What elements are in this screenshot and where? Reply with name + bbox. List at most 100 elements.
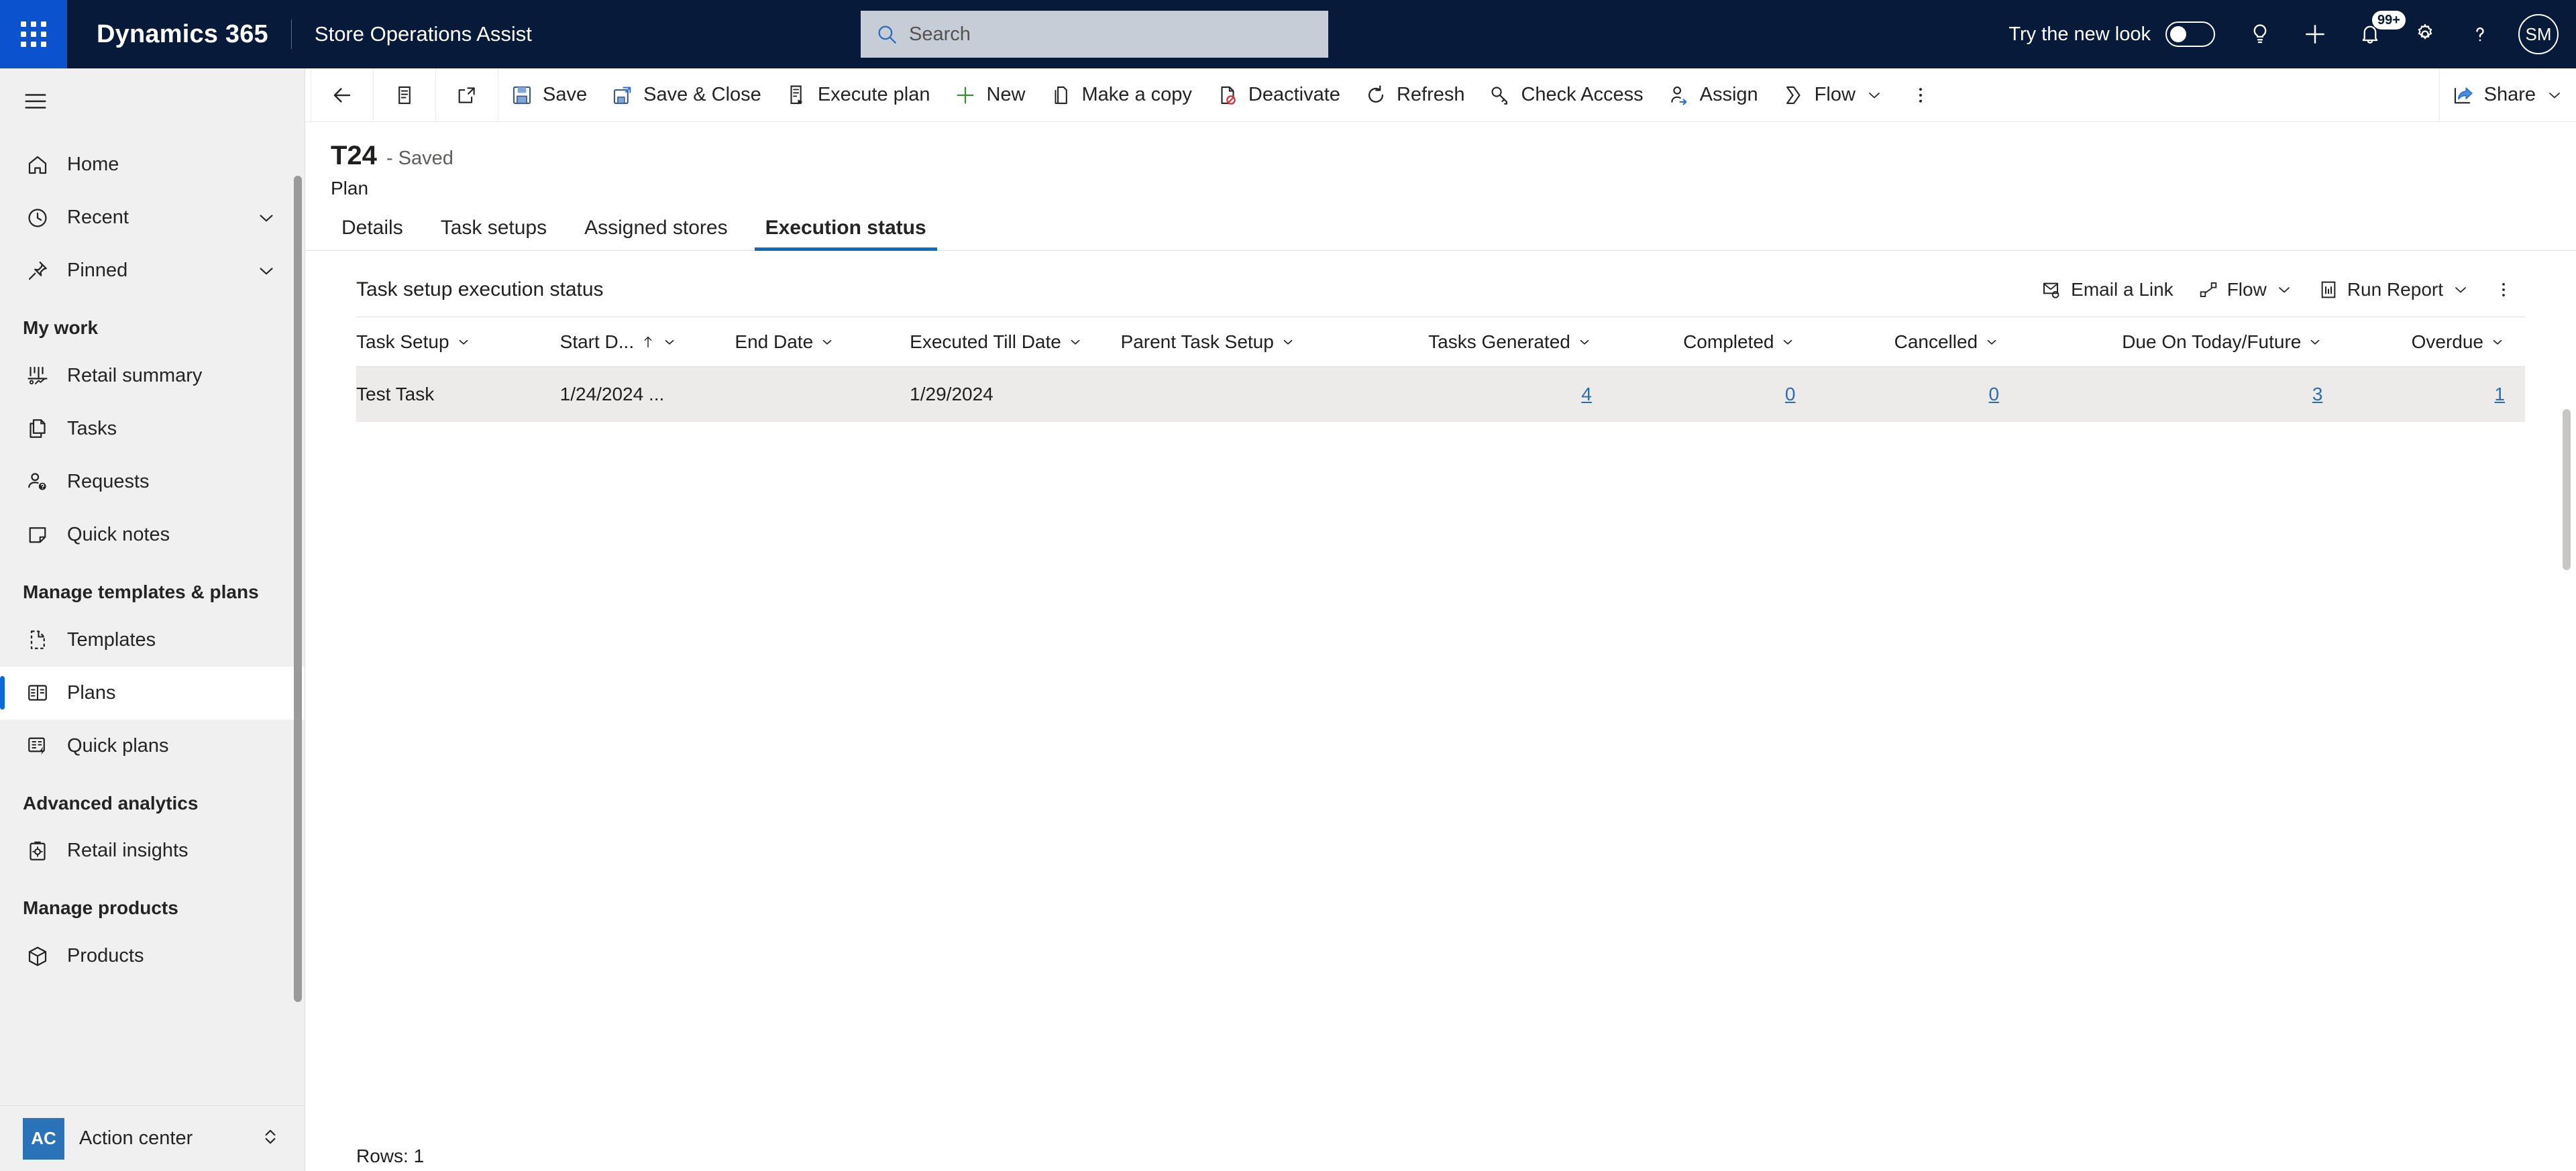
form-selector-button[interactable] <box>374 68 435 122</box>
chevron-down-icon[interactable] <box>1068 335 1083 349</box>
try-new-look-toggle[interactable] <box>2165 21 2215 47</box>
chevron-down-icon[interactable] <box>1984 335 1999 349</box>
column-header-executed-till-date[interactable]: Executed Till Date <box>910 317 1121 367</box>
global-search[interactable] <box>861 11 1328 58</box>
action-center-switcher[interactable]: AC Action center <box>0 1105 305 1171</box>
grid-overflow-button[interactable] <box>2482 272 2525 307</box>
column-header-end-date[interactable]: End Date <box>735 317 910 367</box>
chevron-down-icon[interactable] <box>1281 335 1295 349</box>
try-new-look-toggle-group[interactable]: Try the new look <box>2008 21 2215 47</box>
share-button[interactable]: Share <box>2440 68 2576 122</box>
tab-assigned-stores[interactable]: Assigned stores <box>574 217 738 250</box>
tab-details[interactable]: Details <box>331 217 414 250</box>
chevron-updown-icon[interactable] <box>259 1125 282 1152</box>
record-header: T24 - Saved Plan <box>305 122 2576 199</box>
chevron-down-icon[interactable] <box>255 260 278 282</box>
chevron-down-icon[interactable] <box>1780 335 1795 349</box>
sidebar-item-requests[interactable]: Requests <box>0 455 305 508</box>
deactivate-button[interactable]: Deactivate <box>1204 68 1352 122</box>
user-avatar[interactable]: SM <box>2518 14 2559 54</box>
chevron-down-icon[interactable] <box>662 335 677 349</box>
pop-out-button[interactable] <box>436 68 498 122</box>
column-header-task-setup[interactable]: Task Setup <box>356 317 560 367</box>
save-and-close-button[interactable]: Save & Close <box>599 68 773 122</box>
settings-button[interactable] <box>2398 7 2453 62</box>
cell-task-setup[interactable]: Test Task <box>356 367 560 422</box>
chevron-down-icon[interactable] <box>255 207 278 229</box>
overdue-link[interactable]: 1 <box>2494 384 2505 404</box>
check-access-button[interactable]: Check Access <box>1477 68 1655 122</box>
sidebar-item-label: Recent <box>67 207 129 228</box>
column-header-cancelled[interactable]: Cancelled <box>1815 317 2020 367</box>
sidebar-item-products[interactable]: Products <box>0 930 305 983</box>
due-on-today-future-link[interactable]: 3 <box>2312 384 2323 404</box>
cancelled-link[interactable]: 0 <box>1989 384 2000 404</box>
sidebar-item-retail-summary[interactable]: Retail summary <box>0 349 305 402</box>
column-header-overdue[interactable]: Overdue <box>2343 317 2525 367</box>
quick-create-button[interactable] <box>2288 7 2343 62</box>
sidebar-item-label: Retail insights <box>67 840 189 862</box>
email-a-link-button[interactable]: Email a Link <box>2029 271 2186 309</box>
run-report-button[interactable]: Run Report <box>2306 271 2482 309</box>
form-list-icon <box>398 86 411 104</box>
column-header-start-date[interactable]: Start D... <box>559 317 735 367</box>
chevron-down-icon[interactable] <box>2308 335 2322 349</box>
sidebar-item-plans[interactable]: Plans <box>0 666 305 720</box>
command-overflow-button[interactable] <box>1896 68 1945 122</box>
refresh-button[interactable]: Refresh <box>1352 68 1477 122</box>
execute-plan-button[interactable]: Execute plan <box>773 68 943 122</box>
notifications-button[interactable]: 99+ <box>2343 7 2406 62</box>
sidebar-item-quick-notes[interactable]: Quick notes <box>0 508 305 561</box>
content-scrollbar[interactable] <box>2563 409 2571 570</box>
sidebar-item-label: Requests <box>67 470 150 492</box>
sidebar-item-quick-plans[interactable]: Quick plans <box>0 720 305 773</box>
cell-tasks-generated: 4 <box>1348 367 1612 422</box>
column-header-completed[interactable]: Completed <box>1611 317 1816 367</box>
cell-end-date <box>735 367 910 422</box>
flow-button[interactable]: Flow <box>1770 68 1896 122</box>
chevron-down-icon[interactable] <box>2275 280 2294 299</box>
chevron-down-icon[interactable] <box>2490 335 2505 349</box>
chevron-down-icon[interactable] <box>2451 280 2470 299</box>
column-label: Start D... <box>559 331 635 352</box>
copy-icon <box>1055 86 1067 104</box>
sidebar-item-pinned[interactable]: Pinned <box>0 244 305 297</box>
back-button[interactable] <box>311 68 373 122</box>
lightbulb-button[interactable] <box>2233 7 2288 62</box>
waffle-menu-button[interactable] <box>0 0 67 68</box>
tasks-generated-link[interactable]: 4 <box>1581 384 1592 404</box>
chevron-down-icon[interactable] <box>820 335 835 349</box>
new-button[interactable]: New <box>942 68 1037 122</box>
new-label: New <box>986 84 1026 105</box>
column-label: Parent Task Setup <box>1120 331 1274 352</box>
chevron-down-icon[interactable] <box>1577 335 1592 349</box>
help-button[interactable] <box>2453 7 2508 62</box>
sidebar-item-tasks[interactable]: Tasks <box>0 402 305 455</box>
sidebar-scrollbar[interactable] <box>294 176 302 1002</box>
tab-task-setups[interactable]: Task setups <box>430 217 557 250</box>
sidebar-item-home[interactable]: Home <box>0 138 305 191</box>
execution-status-table: Task Setup Start D... End Date Executed … <box>356 317 2525 422</box>
column-header-parent-task-setup[interactable]: Parent Task Setup <box>1120 317 1348 367</box>
save-button[interactable]: Save <box>498 68 599 122</box>
tab-execution-status[interactable]: Execution status <box>754 217 937 251</box>
grid-flow-button[interactable]: Flow <box>2186 271 2306 309</box>
search-input[interactable] <box>909 23 1313 46</box>
sidebar-collapse-button[interactable] <box>0 68 305 134</box>
completed-link[interactable]: 0 <box>1785 384 1796 404</box>
chevron-down-icon[interactable] <box>1865 86 1884 105</box>
sidebar-item-recent[interactable]: Recent <box>0 191 305 244</box>
search-icon <box>878 25 896 44</box>
sidebar-item-retail-insights[interactable]: Retail insights <box>0 824 305 877</box>
column-header-tasks-generated[interactable]: Tasks Generated <box>1348 317 1612 367</box>
table-row[interactable]: Test Task 1/24/2024 ... 1/29/2024 4 0 0 … <box>356 366 2525 422</box>
note-icon <box>23 522 52 547</box>
make-a-copy-button[interactable]: Make a copy <box>1038 68 1204 122</box>
chevron-down-icon[interactable] <box>456 335 471 349</box>
assign-button[interactable]: Assign <box>1656 68 1770 122</box>
sidebar-item-templates[interactable]: Templates <box>0 614 305 667</box>
cell-parent-task-setup <box>1121 367 1348 422</box>
chevron-down-icon[interactable] <box>2545 86 2564 105</box>
entity-name: Plan <box>331 178 369 199</box>
column-header-due-on-today-future[interactable]: Due On Today/Future <box>2019 317 2343 367</box>
